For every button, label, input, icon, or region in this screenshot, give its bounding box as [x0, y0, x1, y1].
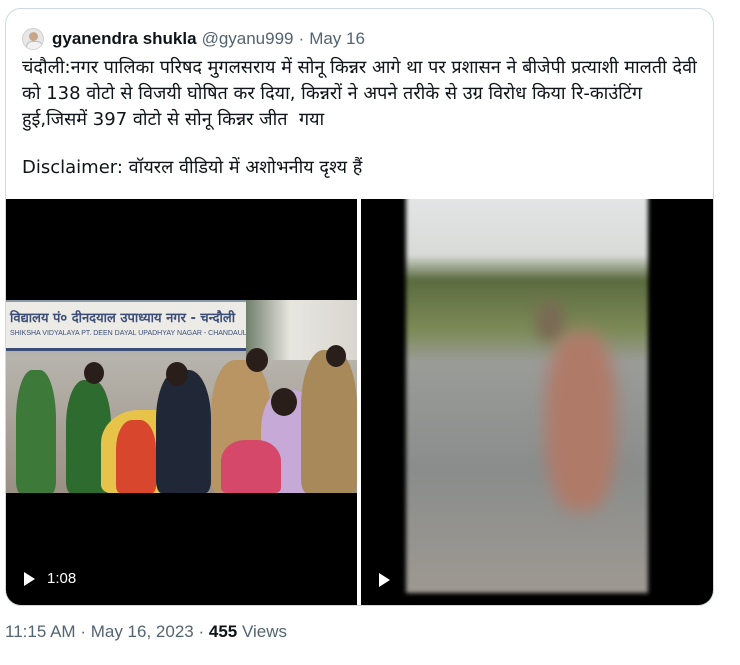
media-grid: विद्यालय पं० दीनदयाल उपाध्याय नगर - चन्द… — [6, 199, 713, 605]
banner-text: विद्यालय पं० दीनदयाल उपाध्याय नगर - चन्द… — [10, 311, 236, 326]
author-handle[interactable]: @gyanu999 — [202, 29, 294, 49]
video-1-thumbnail: विद्यालय पं० दीनदयाल उपाध्याय नगर - चन्द… — [6, 300, 357, 493]
tweet-footer: 11:15 AM · May 16, 2023 · 455 Views — [5, 622, 287, 642]
separator: · — [298, 29, 305, 48]
play-icon — [379, 573, 390, 587]
separator: · — [198, 622, 205, 641]
play-icon — [24, 571, 35, 586]
video-1[interactable]: विद्यालय पं० दीनदयाल उपाध्याय नगर - चन्द… — [6, 199, 357, 605]
tweet-card[interactable]: gyanendra shukla @gyanu999 · May 16 चंदौ… — [5, 8, 714, 606]
views-count: 455 — [208, 622, 238, 641]
tweet-text: चंदौली:नगर पालिका परिषद मुगलसराय में सोन… — [22, 57, 703, 130]
video-2-blurred-thumbnail — [406, 199, 648, 593]
views-label: Views — [241, 622, 288, 641]
video-2[interactable] — [361, 199, 713, 605]
disclaimer-text: Disclaimer: वॉयरल वीडियो में अशोभनीय दृश… — [22, 157, 363, 178]
tweet-time[interactable]: 11:15 AM — [5, 622, 76, 641]
video-duration: 1:08 — [47, 570, 77, 587]
tweet-full-date[interactable]: May 16, 2023 — [91, 622, 194, 641]
avatar[interactable] — [22, 28, 44, 50]
tweet-header: gyanendra shukla @gyanu999 · May 16 — [22, 27, 365, 51]
play-button[interactable]: 1:08 — [24, 570, 76, 587]
author-name[interactable]: gyanendra shukla — [52, 29, 197, 49]
tweet-date[interactable]: May 16 — [309, 29, 365, 49]
separator: · — [80, 622, 86, 641]
banner-subtext: SHIKSHA VIDYALAYA PT. DEEN DAYAL UPADHYA… — [10, 330, 249, 337]
play-button-2[interactable] — [379, 573, 402, 587]
